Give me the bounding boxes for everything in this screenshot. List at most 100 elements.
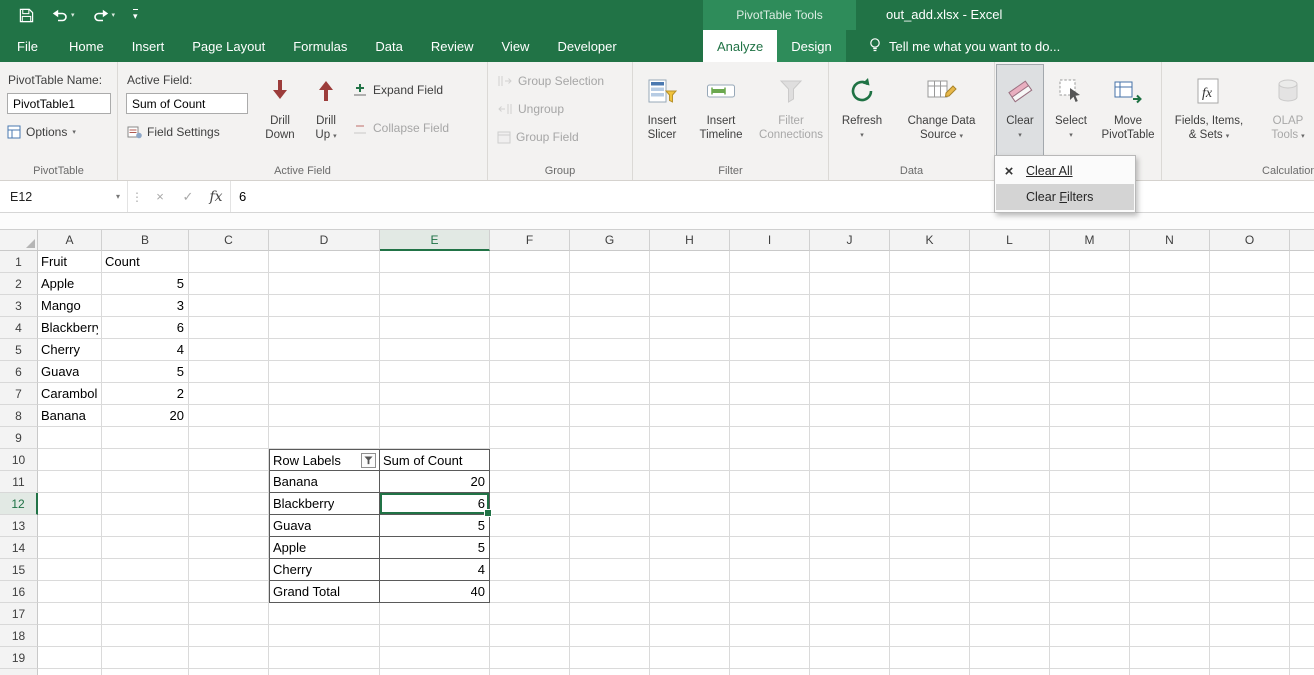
cell-J5[interactable] xyxy=(810,339,890,361)
group-field-button[interactable]: Group Field xyxy=(494,126,582,148)
cell-J1[interactable] xyxy=(810,251,890,273)
cell-D6[interactable] xyxy=(269,361,380,383)
cell-A9[interactable] xyxy=(38,427,102,449)
cell-J11[interactable] xyxy=(810,471,890,493)
cell-C15[interactable] xyxy=(189,559,269,581)
cell-A11[interactable] xyxy=(38,471,102,493)
cell-N15[interactable] xyxy=(1130,559,1210,581)
cell-I8[interactable] xyxy=(730,405,810,427)
cell-O13[interactable] xyxy=(1210,515,1290,537)
cell-O8[interactable] xyxy=(1210,405,1290,427)
cell-L8[interactable] xyxy=(970,405,1050,427)
cell-N1[interactable] xyxy=(1130,251,1210,273)
row-header-11[interactable]: 11 xyxy=(0,471,38,493)
cell-H2[interactable] xyxy=(650,273,730,295)
cell-K6[interactable] xyxy=(890,361,970,383)
tab-analyze[interactable]: Analyze xyxy=(703,30,777,62)
cell-F16[interactable] xyxy=(490,581,570,603)
tab-review[interactable]: Review xyxy=(417,30,488,62)
menu-item-clear-all[interactable]: ×Clear All xyxy=(996,158,1134,184)
cell-F20[interactable] xyxy=(490,669,570,675)
cell-B17[interactable] xyxy=(102,603,189,625)
column-header-I[interactable]: I xyxy=(730,230,810,251)
cell-O1[interactable] xyxy=(1210,251,1290,273)
cell-B12[interactable] xyxy=(102,493,189,515)
cell-C5[interactable] xyxy=(189,339,269,361)
cell-I12[interactable] xyxy=(730,493,810,515)
cell-I16[interactable] xyxy=(730,581,810,603)
cell-B5[interactable]: 4 xyxy=(102,339,189,361)
cell-J10[interactable] xyxy=(810,449,890,471)
cell-N6[interactable] xyxy=(1130,361,1210,383)
cell-G13[interactable] xyxy=(570,515,650,537)
column-header-C[interactable]: C xyxy=(189,230,269,251)
cell-O20[interactable] xyxy=(1210,669,1290,675)
cell-M1[interactable] xyxy=(1050,251,1130,273)
cell-A15[interactable] xyxy=(38,559,102,581)
cell-L7[interactable] xyxy=(970,383,1050,405)
row-header-10[interactable]: 10 xyxy=(0,449,38,471)
cell-K2[interactable] xyxy=(890,273,970,295)
cell-F18[interactable] xyxy=(490,625,570,647)
cell-O10[interactable] xyxy=(1210,449,1290,471)
cell-D3[interactable] xyxy=(269,295,380,317)
column-header-L[interactable]: L xyxy=(970,230,1050,251)
row-header-9[interactable]: 9 xyxy=(0,427,38,449)
cell-L19[interactable] xyxy=(970,647,1050,669)
cell-N14[interactable] xyxy=(1130,537,1210,559)
cell-E18[interactable] xyxy=(380,625,490,647)
cell-F15[interactable] xyxy=(490,559,570,581)
cell-M14[interactable] xyxy=(1050,537,1130,559)
column-header-N[interactable]: N xyxy=(1130,230,1210,251)
expand-field-button[interactable]: Expand Field xyxy=(349,79,446,101)
cell-E7[interactable] xyxy=(380,383,490,405)
cell-L16[interactable] xyxy=(970,581,1050,603)
cell-D9[interactable] xyxy=(269,427,380,449)
row-header-13[interactable]: 13 xyxy=(0,515,38,537)
cell-D5[interactable] xyxy=(269,339,380,361)
row-header-14[interactable]: 14 xyxy=(0,537,38,559)
cell-M6[interactable] xyxy=(1050,361,1130,383)
cell-E4[interactable] xyxy=(380,317,490,339)
cell-H12[interactable] xyxy=(650,493,730,515)
row-header-3[interactable]: 3 xyxy=(0,295,38,317)
cell-H13[interactable] xyxy=(650,515,730,537)
enter-button[interactable]: ✓ xyxy=(174,181,202,212)
cell-J6[interactable] xyxy=(810,361,890,383)
cell-L11[interactable] xyxy=(970,471,1050,493)
cell-J19[interactable] xyxy=(810,647,890,669)
formula-bar-handle[interactable]: ⋮ xyxy=(128,181,146,212)
cell-B2[interactable]: 5 xyxy=(102,273,189,295)
cell-F6[interactable] xyxy=(490,361,570,383)
cell-I3[interactable] xyxy=(730,295,810,317)
cell-O7[interactable] xyxy=(1210,383,1290,405)
cell-A14[interactable] xyxy=(38,537,102,559)
cell-F8[interactable] xyxy=(490,405,570,427)
cell-O2[interactable] xyxy=(1210,273,1290,295)
redo-button[interactable]: ▾ xyxy=(84,0,125,30)
insert-function-button[interactable]: fx xyxy=(202,181,230,212)
cell-C20[interactable] xyxy=(189,669,269,675)
cell-E15[interactable]: 4 xyxy=(380,559,490,581)
cell-H4[interactable] xyxy=(650,317,730,339)
cell-B13[interactable] xyxy=(102,515,189,537)
cell-N3[interactable] xyxy=(1130,295,1210,317)
cell-B16[interactable] xyxy=(102,581,189,603)
column-header-K[interactable]: K xyxy=(890,230,970,251)
cell-C10[interactable] xyxy=(189,449,269,471)
cell-I4[interactable] xyxy=(730,317,810,339)
cell-G8[interactable] xyxy=(570,405,650,427)
tab-data[interactable]: Data xyxy=(361,30,416,62)
cell-K9[interactable] xyxy=(890,427,970,449)
ungroup-button[interactable]: Ungroup xyxy=(494,98,567,120)
cell-D10[interactable]: Row Labels xyxy=(269,449,380,471)
cell-M19[interactable] xyxy=(1050,647,1130,669)
row-header-12[interactable]: 12 xyxy=(0,493,38,515)
cell-A2[interactable]: Apple xyxy=(38,273,102,295)
cell-F9[interactable] xyxy=(490,427,570,449)
cell-H3[interactable] xyxy=(650,295,730,317)
cell-I14[interactable] xyxy=(730,537,810,559)
row-header-8[interactable]: 8 xyxy=(0,405,38,427)
column-header-D[interactable]: D xyxy=(269,230,380,251)
cell-L17[interactable] xyxy=(970,603,1050,625)
